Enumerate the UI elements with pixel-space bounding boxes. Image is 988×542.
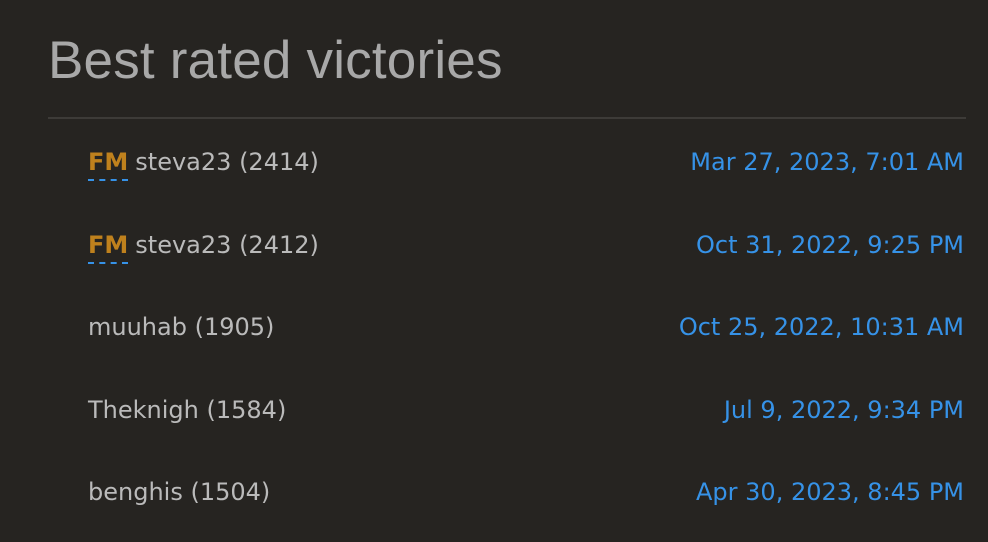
victory-row: Theknigh (1584) Jul 9, 2022, 9:34 PM xyxy=(0,368,988,451)
player-username: steva23 xyxy=(135,148,232,176)
player-rating: (2414) xyxy=(239,148,319,176)
player-link[interactable]: muuhab (1905) xyxy=(88,307,274,347)
player-rating: (2412) xyxy=(239,230,319,259)
player-title-badge[interactable]: FM xyxy=(88,228,129,264)
victory-row: FM steva23 (2412) Oct 31, 2022, 9:25 PM xyxy=(0,203,988,286)
player-rating: (1584) xyxy=(206,395,287,424)
player-link[interactable]: Theknigh (1584) xyxy=(88,390,286,430)
section-title: Best rated victories xyxy=(48,31,503,90)
victory-row: muuhab (1905) Oct 25, 2022, 10:31 AM xyxy=(0,285,988,368)
victory-row: FM steva23 (2414) Mar 27, 2023, 7:01 AM xyxy=(0,120,988,203)
player-link[interactable]: FM steva23 (2414) xyxy=(88,142,319,182)
victories-list: FM steva23 (2414) Mar 27, 2023, 7:01 AM F… xyxy=(0,120,988,533)
title-divider xyxy=(48,117,966,119)
game-date-link[interactable]: Apr 30, 2023, 8:45 PM xyxy=(696,472,964,512)
game-date-link[interactable]: Jul 9, 2022, 9:34 PM xyxy=(724,390,964,430)
game-date-link[interactable]: Mar 27, 2023, 7:01 AM xyxy=(690,142,964,182)
player-rating: (1504) xyxy=(190,478,271,506)
player-link[interactable]: FM steva23 (2412) xyxy=(88,225,319,265)
player-username: steva23 xyxy=(135,230,232,259)
player-link[interactable]: benghis (1504) xyxy=(88,472,270,512)
player-rating: (1905) xyxy=(194,313,275,341)
player-title-badge[interactable]: FM xyxy=(88,145,129,181)
best-rated-victories-panel: Best rated victories FM steva23 (2414) Ma… xyxy=(0,0,988,542)
game-date-link[interactable]: Oct 25, 2022, 10:31 AM xyxy=(679,307,964,347)
player-username: Theknigh xyxy=(88,395,199,424)
game-date-link[interactable]: Oct 31, 2022, 9:25 PM xyxy=(696,225,964,265)
player-username: muuhab xyxy=(88,313,187,341)
victory-row: benghis (1504) Apr 30, 2023, 8:45 PM xyxy=(0,450,988,533)
player-username: benghis xyxy=(88,478,183,506)
